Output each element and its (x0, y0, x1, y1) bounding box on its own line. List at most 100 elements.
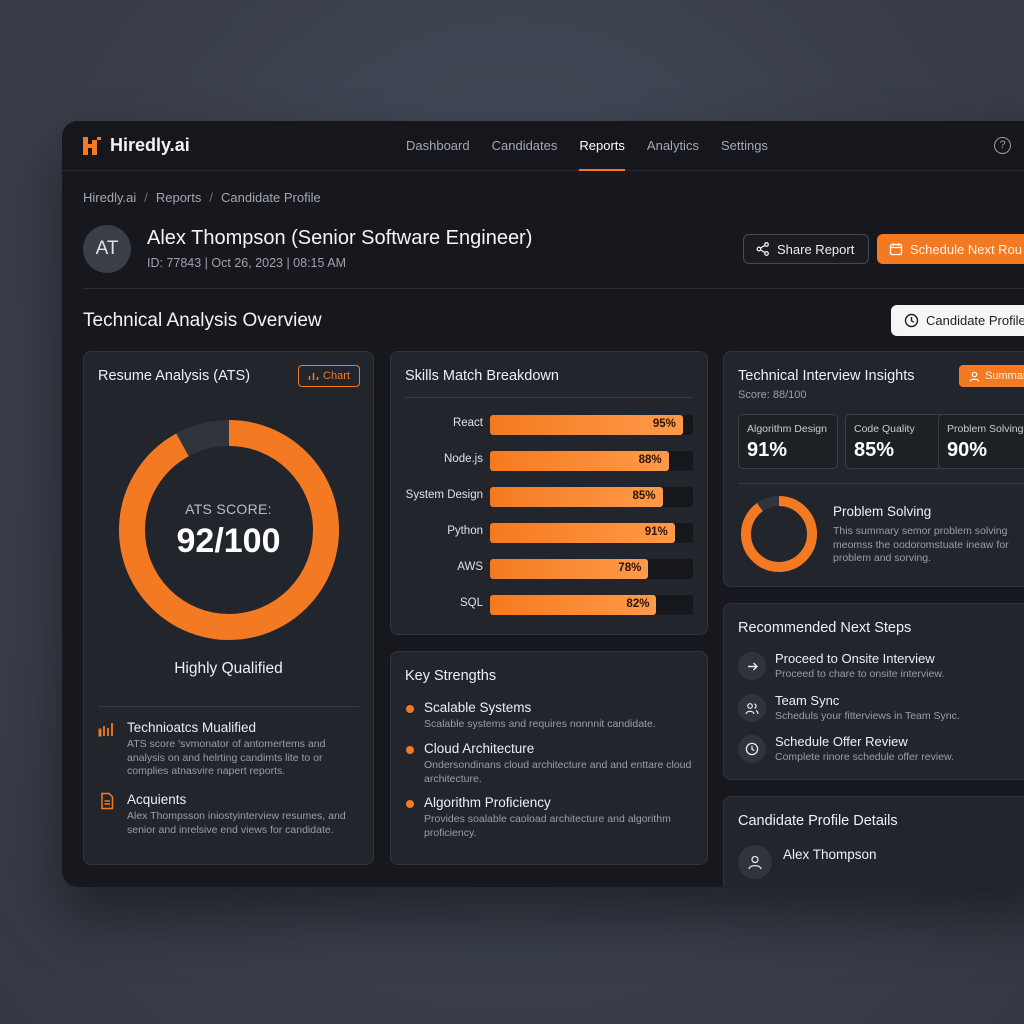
candidate-avatar: AT (83, 225, 131, 273)
summary-button[interactable]: Summary (959, 365, 1024, 387)
breadcrumb-separator: / (144, 190, 148, 205)
share-icon (756, 242, 769, 256)
section-title: Technical Analysis Overview (83, 310, 322, 331)
strength-title: Algorithm Proficiency (424, 795, 551, 810)
skill-bar-track: 88% (490, 451, 693, 471)
share-report-button[interactable]: Share Report (743, 234, 870, 264)
qualification-verdict: Highly Qualified (174, 660, 283, 677)
skill-bar-fill: 78% (490, 559, 649, 579)
strength-desc: Provides soalable caoload architecture a… (424, 813, 671, 839)
skill-bar-track: 78% (490, 559, 693, 579)
next-step-item[interactable]: Team Sync Scheduls your fitterviews in T… (738, 693, 1024, 729)
candidate-title: Alex Thompson (Senior Software Engineer) (147, 227, 533, 249)
resume-insight-title: Acquients (127, 792, 187, 807)
resume-card-title: Resume Analysis (ATS) (98, 368, 251, 384)
metric-value: 91% (747, 439, 788, 461)
skill-value: 91% (644, 526, 668, 538)
metric-value: 90% (947, 439, 988, 461)
skill-value: 95% (652, 418, 676, 430)
next-step-item[interactable]: Schedule Offer Review Complete rinore sc… (738, 734, 1024, 770)
strength-desc: Ondersondinans cloud architecture and an… (424, 759, 692, 785)
insights-divider (738, 483, 1024, 484)
header-divider (83, 288, 1024, 289)
skill-bar-fill: 95% (490, 415, 683, 435)
resume-insight-title: Technioatcs Mualified (127, 720, 257, 735)
focus-desc: This summary semor problem solving meoms… (833, 525, 1009, 564)
user-icon (738, 845, 772, 879)
breadcrumb-home[interactable]: Hiredly.ai (83, 190, 136, 205)
metric-card: Code Quality 85% (845, 414, 945, 469)
problem-solving-donut (741, 496, 817, 572)
ats-score-value: 92/100 (176, 522, 281, 560)
chart-button[interactable]: Chart (298, 365, 360, 387)
resume-insight-item: Technioatcs Mualified ATS score 'svmonat… (98, 720, 360, 780)
next-step-item[interactable]: Proceed to Onsite Interview Proceed to c… (738, 651, 1024, 687)
strength-item: Cloud Architecture Ondersondinans cloud … (405, 741, 695, 787)
metric-value: 85% (854, 439, 895, 461)
bar-chart-icon (308, 373, 319, 380)
metric-card: Problem Solving 90% (938, 414, 1024, 469)
clock-icon (904, 313, 919, 328)
skill-bar-track: 82% (490, 595, 693, 615)
metric-label: Code Quality (854, 423, 915, 435)
metric-card: Algorithm Design 91% (738, 414, 838, 469)
logo[interactable]: Hiredly.ai (82, 135, 190, 156)
profile-details-card: Candidate Profile Details Alex Thompson (723, 796, 1024, 887)
strength-title: Scalable Systems (424, 700, 532, 715)
interview-score: Score: 88/100 (738, 389, 807, 401)
skill-row: AWS 78% (391, 558, 707, 580)
skill-row: SQL 82% (391, 594, 707, 616)
chart-button-label: Chart (323, 370, 350, 382)
strengths-card-title: Key Strengths (405, 668, 497, 684)
nav-dashboard[interactable]: Dashboard (406, 121, 470, 171)
next-step-title: Proceed to Onsite Interview (775, 651, 935, 666)
top-bar: Hiredly.ai Dashboard Candidates Reports … (62, 121, 1024, 171)
breadcrumb-reports[interactable]: Reports (156, 190, 202, 205)
skills-card-title: Skills Match Breakdown (405, 368, 559, 384)
app-window: Hiredly.ai Dashboard Candidates Reports … (62, 121, 1024, 887)
nav-settings[interactable]: Settings (721, 121, 768, 171)
breadcrumb-current: Candidate Profile (221, 190, 321, 205)
skill-label: System Design (405, 489, 483, 501)
candidate-profile-button[interactable]: Candidate Profile (891, 305, 1024, 336)
strength-desc: Scalable systems and requires nonnnit ca… (424, 718, 656, 730)
profile-details-title: Candidate Profile Details (738, 813, 898, 829)
arrow-right-icon (738, 652, 766, 680)
resume-divider (98, 706, 359, 707)
logo-icon (83, 136, 101, 155)
calendar-icon (889, 243, 903, 256)
skill-value: 78% (618, 562, 642, 574)
interview-insights-card: Technical Interview Insights Summary Sco… (723, 351, 1024, 587)
focus-title: Problem Solving (833, 504, 932, 519)
nav-candidates[interactable]: Candidates (492, 121, 558, 171)
bar-chart-icon (98, 723, 113, 737)
bullet-icon (406, 746, 414, 754)
key-strengths-card: Key Strengths Scalable Systems Scalable … (390, 651, 708, 865)
ats-score-label: ATS SCORE: (185, 501, 272, 517)
skill-label: React (452, 417, 483, 429)
resume-insight-desc: ATS score 'svmonator of antomertems and … (127, 738, 326, 777)
problem-solving-arc (741, 496, 817, 572)
users-icon (738, 694, 766, 722)
next-step-title: Team Sync (775, 693, 840, 708)
skills-match-card: Skills Match Breakdown React 95% Node.js… (390, 351, 708, 635)
skill-bar-fill: 82% (490, 595, 657, 615)
skill-bar-track: 91% (490, 523, 693, 543)
resume-insight-item: Acquients Alex Thompsson iniostyintervie… (98, 792, 360, 852)
nav-analytics[interactable]: Analytics (647, 121, 699, 171)
next-step-desc: Proceed to chare to onsite interview. (775, 668, 945, 680)
schedule-next-round-button[interactable]: Schedule Next Rou (877, 234, 1024, 264)
nav-reports[interactable]: Reports (579, 121, 625, 171)
strength-item: Scalable Systems Scalable systems and re… (405, 700, 695, 736)
skill-label: AWS (457, 561, 483, 573)
metric-label: Algorithm Design (747, 423, 827, 435)
document-icon (101, 792, 114, 810)
candidate-profile-label: Candidate Profile (926, 313, 1024, 328)
skill-label: Node.js (444, 453, 483, 465)
main-nav: Dashboard Candidates Reports Analytics S… (406, 121, 768, 171)
skill-value: 88% (638, 454, 662, 466)
next-step-desc: Complete rinore schedule offer review. (775, 751, 954, 763)
insights-card-title: Technical Interview Insights (738, 368, 915, 384)
user-icon (969, 371, 980, 382)
help-icon[interactable]: ? (994, 137, 1011, 154)
